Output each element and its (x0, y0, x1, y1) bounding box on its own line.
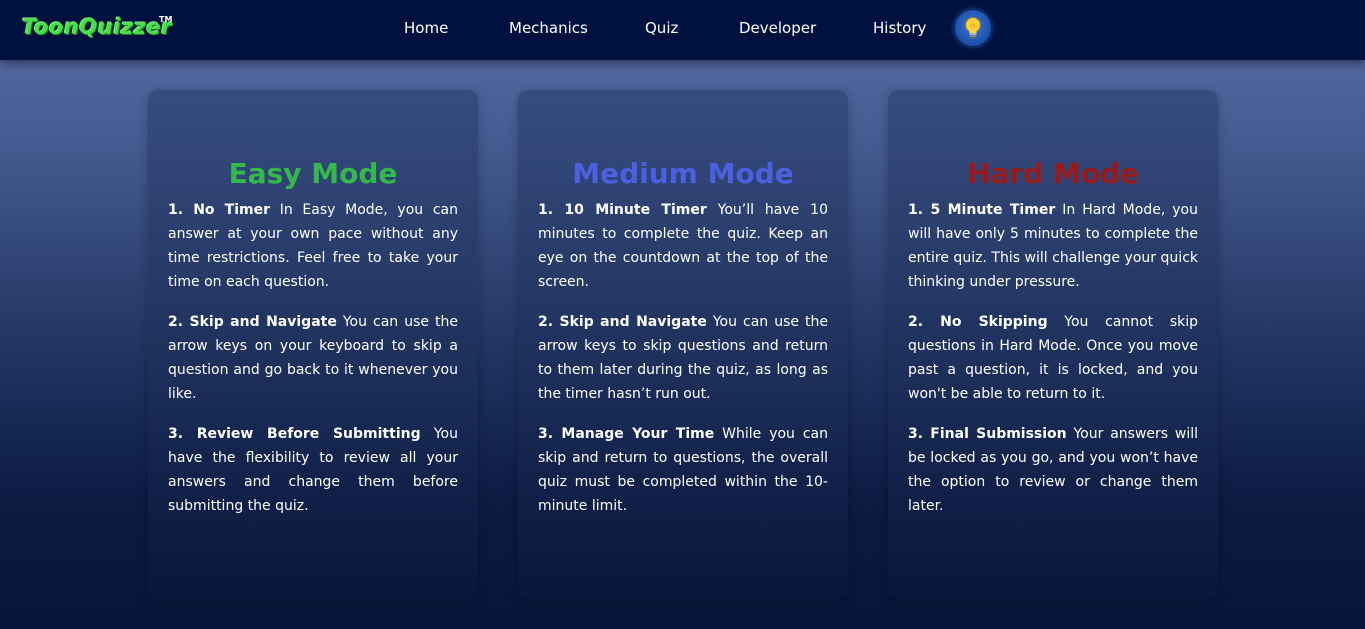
medium-mode-card: Medium Mode 1. 10 Minute Timer You’ll ha… (518, 90, 848, 599)
rule-heading: 3. Final Submission (908, 426, 1067, 442)
hard-mode-rule: 1. 5 Minute Timer In Hard Mode, you will… (908, 198, 1198, 294)
nav-link-history[interactable]: History (873, 19, 926, 37)
hard-mode-title: Hard Mode (966, 157, 1140, 190)
easy-mode-rule: 2. Skip and Navigate You can use the arr… (168, 310, 458, 406)
medium-mode-rule: 3. Manage Your Time While you can skip a… (538, 422, 828, 518)
navbar: ToonQuizzer TM Home Mechanics Quiz Devel… (0, 0, 1365, 60)
medium-mode-title: Medium Mode (572, 157, 794, 190)
rule-heading: 2. No Skipping (908, 314, 1048, 330)
nav-link-quiz[interactable]: Quiz (645, 19, 678, 37)
rule-heading: 3. Review Before Submitting (168, 426, 421, 442)
rule-heading: 1. 10 Minute Timer (538, 202, 707, 218)
nav-link-home[interactable]: Home (404, 19, 448, 37)
nav-link-developer[interactable]: Developer (739, 19, 816, 37)
rule-heading: 2. Skip and Navigate (168, 314, 337, 330)
hard-mode-rule: 2. No Skipping You cannot skip questions… (908, 310, 1198, 406)
hard-mode-rule: 3. Final Submission Your answers will be… (908, 422, 1198, 518)
hard-mode-card: Hard Mode 1. 5 Minute Timer In Hard Mode… (888, 90, 1218, 599)
lightbulb-icon (965, 17, 981, 39)
nav-links: Home Mechanics Quiz Developer History (0, 0, 1365, 60)
rule-heading: 2. Skip and Navigate (538, 314, 707, 330)
rule-heading: 3. Manage Your Time (538, 426, 715, 442)
medium-mode-rule: 1. 10 Minute Timer You’ll have 10 minute… (538, 198, 828, 294)
easy-mode-card: Easy Mode 1. No Timer In Easy Mode, you … (148, 90, 478, 599)
rule-heading: 1. No Timer (168, 202, 270, 218)
theme-toggle-button[interactable] (955, 10, 991, 46)
medium-mode-rule: 2. Skip and Navigate You can use the arr… (538, 310, 828, 406)
rule-heading: 1. 5 Minute Timer (908, 202, 1056, 218)
easy-mode-rule: 3. Review Before Submitting You have the… (168, 422, 458, 518)
nav-link-mechanics[interactable]: Mechanics (509, 19, 588, 37)
easy-mode-rule: 1. No Timer In Easy Mode, you can answer… (168, 198, 458, 294)
easy-mode-title: Easy Mode (228, 157, 398, 190)
